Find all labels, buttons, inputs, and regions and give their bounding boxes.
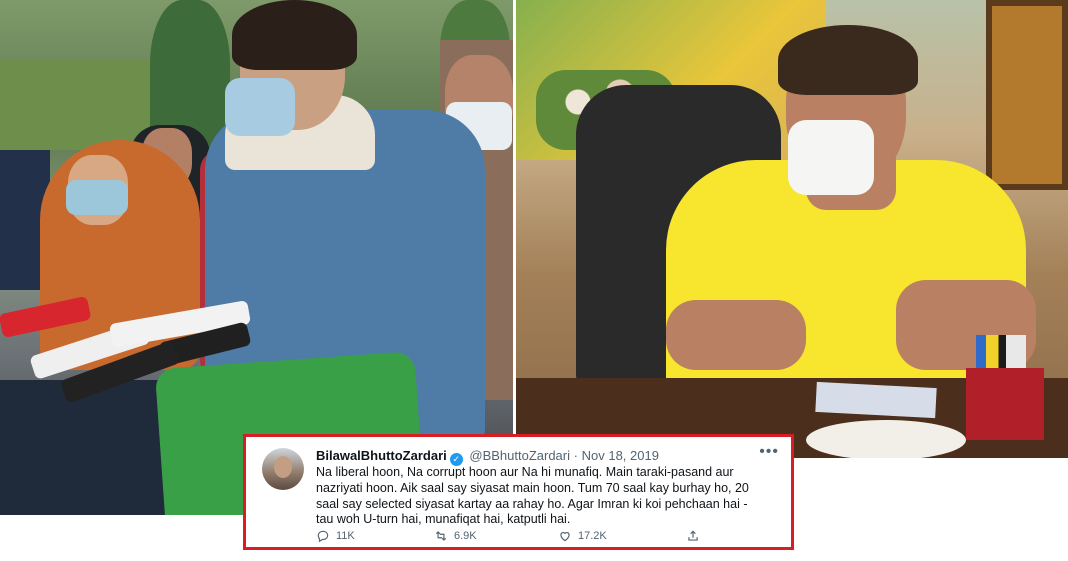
- plate: [806, 420, 966, 458]
- display-name[interactable]: BilawalBhuttoZardari: [316, 448, 447, 463]
- man-hair: [778, 25, 918, 95]
- share-button[interactable]: [686, 529, 700, 543]
- tweet-text-line: saal say selected siyasat kartay aa raha…: [316, 496, 748, 511]
- avatar[interactable]: [262, 448, 304, 490]
- reply-count: 11K: [336, 530, 355, 542]
- separator: ·: [573, 448, 578, 463]
- face-mask: [225, 78, 295, 136]
- tweet-text-line: nazriyati hoon. Aik saal say siyasat mai…: [316, 480, 749, 495]
- face-mask: [66, 180, 128, 215]
- reply-button[interactable]: 11K: [316, 529, 355, 543]
- more-options-icon[interactable]: •••: [759, 443, 779, 461]
- speaker-hair: [232, 0, 357, 70]
- tweet-text: Na liberal hoon, Na corrupt hoon aur Na …: [316, 465, 786, 528]
- tweet-card[interactable]: BilawalBhuttoZardari ✓ @BBhuttoZardari · …: [243, 434, 794, 550]
- handle[interactable]: @BBhuttoZardari: [469, 448, 570, 463]
- picture-frame: [986, 0, 1068, 190]
- retweet-button[interactable]: 6.9K: [434, 529, 477, 543]
- heart-icon: [560, 532, 570, 542]
- reply-icon: [317, 530, 329, 543]
- tweet-date[interactable]: Nov 18, 2019: [582, 448, 659, 463]
- retweet-count: 6.9K: [454, 530, 477, 542]
- tweet-actions: 11K 6.9K 17.2K: [316, 529, 698, 545]
- retweet-icon: [435, 531, 447, 541]
- tweet-text-line: Na liberal hoon, Na corrupt hoon aur Na …: [316, 465, 734, 479]
- n95-mask: [788, 120, 874, 195]
- tweet-header: BilawalBhuttoZardari ✓ @BBhuttoZardari · …: [316, 448, 659, 466]
- share-icon: [688, 530, 698, 541]
- like-count: 17.2K: [578, 530, 607, 542]
- hedge-background: [0, 60, 150, 150]
- office-photo: [516, 0, 1068, 458]
- tweet-text-line: tau woh U-turn hai, munafiqat hai, katpu…: [316, 512, 571, 527]
- pen-holder-cup: [966, 368, 1044, 440]
- arm: [666, 300, 806, 370]
- like-button[interactable]: 17.2K: [558, 529, 607, 543]
- avatar-face: [274, 456, 292, 478]
- papers: [815, 381, 937, 419]
